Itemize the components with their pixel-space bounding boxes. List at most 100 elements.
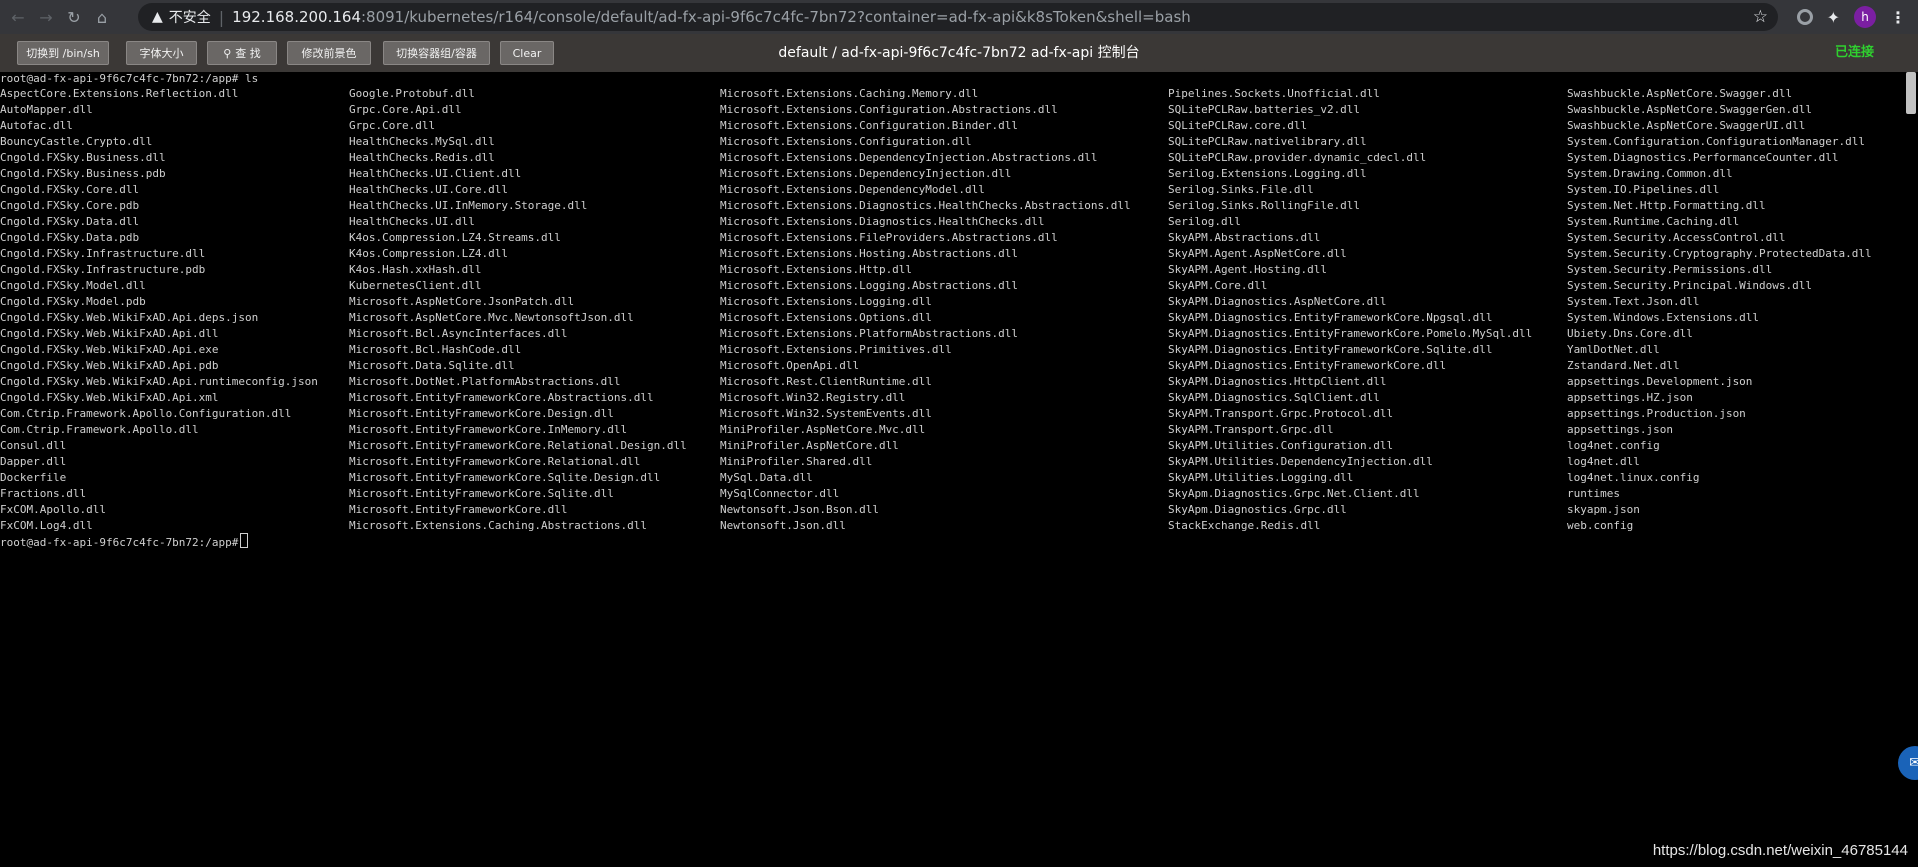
file-entry: HealthChecks.Redis.dll [349, 151, 495, 164]
file-entry: SkyApm.Diagnostics.Grpc.dll [1168, 503, 1347, 516]
file-entry: HealthChecks.UI.dll [349, 215, 475, 228]
file-entry: Newtonsoft.Json.dll [720, 519, 846, 532]
extension-circle-icon[interactable] [1796, 9, 1813, 25]
file-entry: Microsoft.Extensions.Options.dll [720, 311, 932, 324]
font-size-button[interactable]: 字体大小 [126, 41, 197, 65]
file-entry: Microsoft.OpenApi.dll [720, 359, 860, 372]
file-entry: SkyAPM.Diagnostics.EntityFrameworkCore.P… [1168, 327, 1533, 340]
file-entry: Grpc.Core.dll [349, 119, 436, 132]
file-entry: Microsoft.Rest.ClientRuntime.dll [720, 375, 932, 388]
switch-shell-button[interactable]: 切换到 /bin/sh [17, 41, 109, 65]
file-entry: MySqlConnector.dll [720, 487, 840, 500]
file-entry: StackExchange.Redis.dll [1168, 519, 1321, 532]
file-entry: System.Diagnostics.PerformanceCounter.dl… [1567, 151, 1839, 164]
file-entry: Microsoft.EntityFrameworkCore.Relational… [349, 439, 687, 452]
url-path[interactable]: :8091/kubernetes/r164/console/default/ad… [361, 8, 1191, 26]
file-entry: Microsoft.Extensions.PlatformAbstraction… [720, 327, 1019, 340]
switch-container-button[interactable]: 切换容器组/容器 [383, 41, 490, 65]
file-entry: SkyApm.Diagnostics.Grpc.Net.Client.dll [1168, 487, 1420, 500]
switch-container-label: 切换容器组/容器 [396, 47, 477, 60]
file-entry: SQLitePCLRaw.nativelibrary.dll [1168, 135, 1367, 148]
file-entry: Ubiety.Dns.Core.dll [1567, 327, 1693, 340]
file-entry: Cngold.FXSky.Model.pdb [0, 295, 146, 308]
file-entry: SkyAPM.Diagnostics.EntityFrameworkCore.S… [1168, 343, 1493, 356]
file-entry: Cngold.FXSky.Infrastructure.dll [0, 247, 206, 260]
file-entry: Cngold.FXSky.Web.WikiFxAD.Api.exe [0, 343, 219, 356]
file-entry: HealthChecks.UI.Core.dll [349, 183, 508, 196]
url-host[interactable]: 192.168.200.164 [232, 8, 361, 26]
file-entry: System.Drawing.Common.dll [1567, 167, 1733, 180]
file-entry: System.Text.Json.dll [1567, 295, 1700, 308]
file-entry: Google.Protobuf.dll [349, 87, 475, 100]
file-entry: Microsoft.Extensions.Diagnostics.HealthC… [720, 215, 1045, 228]
file-entry: Serilog.dll [1168, 215, 1241, 228]
file-entry: MiniProfiler.Shared.dll [720, 455, 873, 468]
file-entry: MySql.Data.dll [720, 471, 813, 484]
terminal[interactable]: root@ad-fx-api-9f6c7c4fc-7bn72:/app# ls … [0, 72, 1918, 867]
file-entry: BouncyCastle.Crypto.dll [0, 135, 153, 148]
scrollbar-thumb[interactable] [1906, 72, 1916, 114]
reload-icon[interactable]: ↻ [64, 7, 84, 27]
puzzle-icon[interactable]: ✦ [1827, 8, 1840, 27]
file-entry: Microsoft.Bcl.AsyncInterfaces.dll [349, 327, 568, 340]
insecure-label[interactable]: 不安全 [169, 7, 211, 27]
file-entry: Dockerfile [0, 471, 67, 484]
file-entry: Pipelines.Sockets.Unofficial.dll [1168, 87, 1380, 100]
avatar[interactable]: h [1854, 6, 1876, 28]
file-column: Microsoft.Extensions.Caching.Memory.dll M… [720, 86, 1131, 534]
home-icon[interactable]: ⌂ [92, 7, 112, 27]
change-foreground-button[interactable]: 修改前景色 [287, 41, 371, 65]
file-entry: skyapm.json [1567, 503, 1640, 516]
file-entry: Microsoft.Extensions.Logging.dll [720, 295, 932, 308]
search-icon: ⚲ [223, 46, 232, 60]
file-entry: Microsoft.Extensions.Diagnostics.HealthC… [720, 199, 1131, 212]
clear-button[interactable]: Clear [500, 41, 554, 65]
file-entry: SkyAPM.Core.dll [1168, 279, 1268, 292]
file-entry: SkyAPM.Abstractions.dll [1168, 231, 1321, 244]
file-entry: System.Windows.Extensions.dll [1567, 311, 1760, 324]
file-entry: MiniProfiler.AspNetCore.dll [720, 439, 899, 452]
file-entry: FxCOM.Log4.dll [0, 519, 93, 532]
file-entry: SkyAPM.Utilities.DependencyInjection.dll [1168, 455, 1433, 468]
file-entry: System.Security.Principal.Windows.dll [1567, 279, 1813, 292]
terminal-cursor [240, 533, 249, 548]
clear-label: Clear [512, 46, 542, 60]
file-entry: HealthChecks.MySql.dll [349, 135, 495, 148]
file-entry: Microsoft.Extensions.Configuration.dll [720, 135, 972, 148]
file-entry: YamlDotNet.dll [1567, 343, 1660, 356]
file-entry: appsettings.Development.json [1567, 375, 1753, 388]
file-entry: SkyAPM.Utilities.Logging.dll [1168, 471, 1354, 484]
file-entry: appsettings.json [1567, 423, 1673, 436]
file-entry: Consul.dll [0, 439, 67, 452]
file-entry: Cngold.FXSky.Core.pdb [0, 199, 140, 212]
warning-icon[interactable]: ▲ [152, 9, 163, 25]
file-entry: Cngold.FXSky.Data.pdb [0, 231, 140, 244]
file-entry: FxCOM.Apollo.dll [0, 503, 106, 516]
address-bar[interactable]: ▲ 不安全 | 192.168.200.164:8091/kubernetes/… [138, 3, 1778, 31]
file-entry: SkyAPM.Transport.Grpc.dll [1168, 423, 1334, 436]
back-arrow-icon[interactable]: ← [8, 7, 28, 27]
terminal-command-line: root@ad-fx-api-9f6c7c4fc-7bn72:/app# ls [0, 72, 259, 85]
forward-arrow-icon[interactable]: → [36, 7, 56, 27]
file-entry: Microsoft.Extensions.Caching.Memory.dll [720, 87, 979, 100]
file-entry: log4net.config [1567, 439, 1660, 452]
file-entry: System.Security.Permissions.dll [1567, 263, 1773, 276]
file-entry: Cngold.FXSky.Core.dll [0, 183, 140, 196]
find-button[interactable]: ⚲ 查 找 [207, 41, 277, 65]
menu-kebab-icon[interactable]: ⋮ [1890, 8, 1906, 27]
file-entry: SQLitePCLRaw.batteries_v2.dll [1168, 103, 1361, 116]
font-size-label: 字体大小 [139, 47, 184, 60]
file-entry: Swashbuckle.AspNetCore.Swagger.dll [1567, 87, 1793, 100]
bookmark-star-icon[interactable]: ☆ [1753, 7, 1768, 27]
file-entry: Microsoft.DotNet.PlatformAbstractions.dl… [349, 375, 621, 388]
file-entry: System.IO.Pipelines.dll [1567, 183, 1720, 196]
file-entry: System.Runtime.Caching.dll [1567, 215, 1740, 228]
file-entry: System.Security.Cryptography.ProtectedDa… [1567, 247, 1872, 260]
file-entry: Cngold.FXSky.Model.dll [0, 279, 146, 292]
file-entry: HealthChecks.UI.InMemory.Storage.dll [349, 199, 588, 212]
file-entry: Microsoft.Extensions.Caching.Abstraction… [349, 519, 648, 532]
file-entry: log4net.dll [1567, 455, 1640, 468]
file-entry: Microsoft.Extensions.Configuration.Abstr… [720, 103, 1058, 116]
file-entry: Microsoft.Extensions.Logging.Abstraction… [720, 279, 1019, 292]
file-entry: Microsoft.Extensions.DependencyModel.dll [720, 183, 985, 196]
